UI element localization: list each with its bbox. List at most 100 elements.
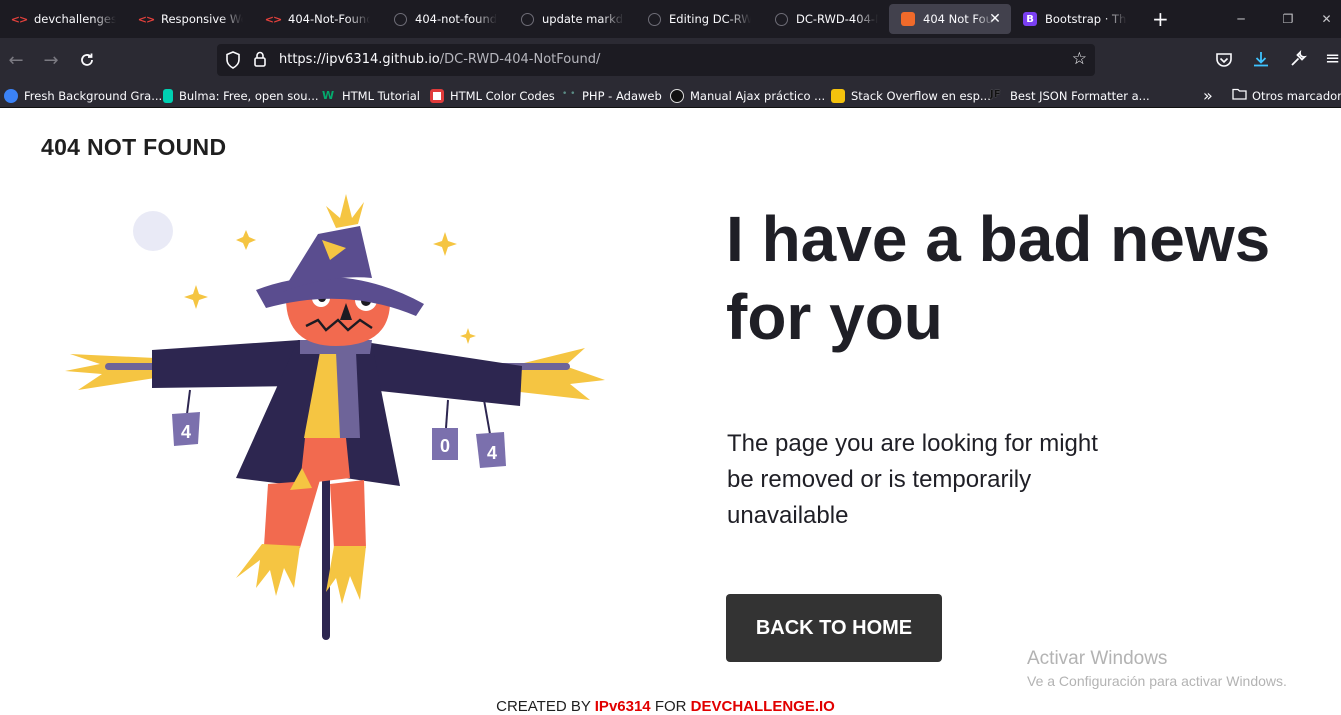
back-arrow-icon[interactable]: ← [2,47,30,73]
bookmark-item[interactable]: • • PHP - Adaweb [562,87,662,104]
bookmark-item[interactable]: JF Best JSON Formatter a... [990,87,1150,104]
forward-arrow-icon[interactable]: → [37,47,65,73]
bookmark-label: Manual Ajax práctico ... [690,88,826,103]
bookmark-item[interactable]: Manual Ajax práctico ... [670,87,825,104]
minimize-button[interactable]: ─ [1218,0,1264,38]
tab-devchallenges[interactable]: <> devchallenges.io [0,4,127,34]
bookmarks-toolbar: Fresh Background Gra... Bulma: Free, ope… [0,82,1341,108]
other-bookmarks[interactable]: Otros marcadores [1232,87,1341,104]
bookmark-favicon-icon [4,88,18,103]
folder-icon [1232,88,1247,103]
bookmark-item[interactable]: Fresh Background Gra... [4,87,162,104]
bookmark-label: Best JSON Formatter a... [1010,88,1150,103]
bookmark-label: Bulma: Free, open sou... [179,88,319,103]
pocket-icon[interactable] [1215,52,1233,72]
bookmark-favicon-icon: W [322,88,335,102]
bookmark-favicon-icon: • • [562,88,576,99]
bookmark-item[interactable]: Bulma: Free, open sou... [163,87,319,104]
bootstrap-icon: B [1023,12,1037,26]
tab-update-markdown[interactable]: update markdo [508,4,635,34]
bookmarks-overflow-icon[interactable]: » [1203,86,1213,105]
sparkle-icon [433,232,457,256]
new-tab-button[interactable]: + [1152,7,1172,31]
tab-responsive-web[interactable]: <> Responsive Web [127,4,254,34]
leg-right [330,480,366,548]
address-bar[interactable]: https://ipv6314.github.io/DC-RWD-404-Not… [217,44,1095,76]
heading-line: I have a bad news [726,203,1271,275]
tab-label: update markdo [542,12,624,26]
404-icon [901,12,915,26]
activation-watermark-title: Activar Windows [1027,648,1168,669]
tab-label: 404-Not-Found [288,12,370,26]
can-0: 0 [432,428,458,460]
heading-line: for you [726,281,943,353]
can-label: 0 [440,436,450,456]
restore-button[interactable]: ❐ [1265,0,1311,38]
shield-icon[interactable] [225,51,241,73]
description-line: The page you are looking for might [727,430,1098,457]
reload-icon[interactable] [73,47,101,73]
description-line: be removed or is temporarily [727,466,1032,493]
bookmark-item[interactable]: HTML Color Codes [430,87,555,104]
tab-bootstrap[interactable]: B Bootstrap · The [1011,4,1138,34]
github-icon [647,12,661,26]
page-content: 404 NOT FOUND 4 0 4 I have a bad news fo… [0,108,1341,715]
tab-label: 404 Not Foun [923,12,995,26]
tab-label: Editing DC-RWD [669,12,751,26]
devchallenges-icon: <> [137,12,155,26]
bookmark-star-icon[interactable]: ☆ [1072,49,1087,69]
footer-mid: FOR [654,698,687,715]
github-icon [520,12,534,26]
page-heading: I have a bad news for you [726,200,1326,356]
bookmark-label: Stack Overflow en esp... [851,88,991,103]
bookmark-item[interactable]: Stack Overflow en esp... [831,87,991,104]
footer-author-link[interactable]: IPv6314 [595,698,651,715]
straw-foot-left [236,544,300,596]
can-label: 4 [487,443,497,463]
bookmark-label: PHP - Adaweb [582,88,662,103]
bookmark-favicon-icon [163,88,173,103]
tab-dc-rwd[interactable]: DC-RWD-404-N [762,4,889,34]
lock-icon[interactable] [253,51,267,72]
github-icon [393,12,407,26]
wrench-icon[interactable] [1289,49,1308,72]
tab-404-not-found[interactable]: <> 404-Not-Found [254,4,381,34]
can-label: 4 [181,422,191,442]
straw-hand-right [520,348,605,400]
tab-label: DC-RWD-404-N [796,12,878,26]
devchallenges-icon: <> [10,12,28,26]
coat-sleeve-right [365,342,522,406]
bookmark-favicon-icon: JF [990,88,1001,100]
back-to-home-button[interactable]: BACK TO HOME [726,594,942,662]
shirt-shape [300,438,350,484]
download-icon[interactable] [1252,50,1270,72]
tab-404-active[interactable]: 404 Not Foun ✕ [889,4,1011,34]
bookmark-label: Fresh Background Gra... [24,88,163,103]
sparkle-icon [184,285,208,309]
github-icon [774,12,788,26]
menu-icon[interactable]: ≡ [1325,48,1340,69]
devchallenges-icon: <> [264,12,282,26]
straw-foot-right [326,546,366,604]
moon-shape [133,211,173,251]
bookmark-item[interactable]: W HTML Tutorial [322,87,420,104]
url-text[interactable]: https://ipv6314.github.io/DC-RWD-404-Not… [279,52,600,67]
can-4-right: 4 [476,432,506,468]
leg-left [264,480,320,548]
site-logo[interactable]: 404 NOT FOUND [41,134,226,161]
sparkle-icon [236,230,256,250]
footer-prefix: CREATED BY [496,698,591,715]
navigation-toolbar: ← → https://ipv6314.github.io/DC-RWD-404… [0,38,1341,82]
url-path: /DC-RWD-404-NotFound/ [439,52,601,67]
url-host: https://ipv6314.github.io [279,52,440,67]
tab-editing[interactable]: Editing DC-RWD [635,4,762,34]
close-tab-icon[interactable]: ✕ [987,11,1003,27]
bookmark-favicon-icon [670,88,684,103]
other-bookmarks-label: Otros marcadores [1252,88,1341,103]
tab-github-repo[interactable]: 404-not-found- [381,4,508,34]
scarf-shape [336,352,360,438]
footer-site-link[interactable]: DEVCHALLENGE.IO [691,698,835,715]
can-4-left: 4 [172,412,200,446]
tab-label: Responsive Web [161,12,243,26]
close-window-button[interactable]: ✕ [1312,0,1341,38]
